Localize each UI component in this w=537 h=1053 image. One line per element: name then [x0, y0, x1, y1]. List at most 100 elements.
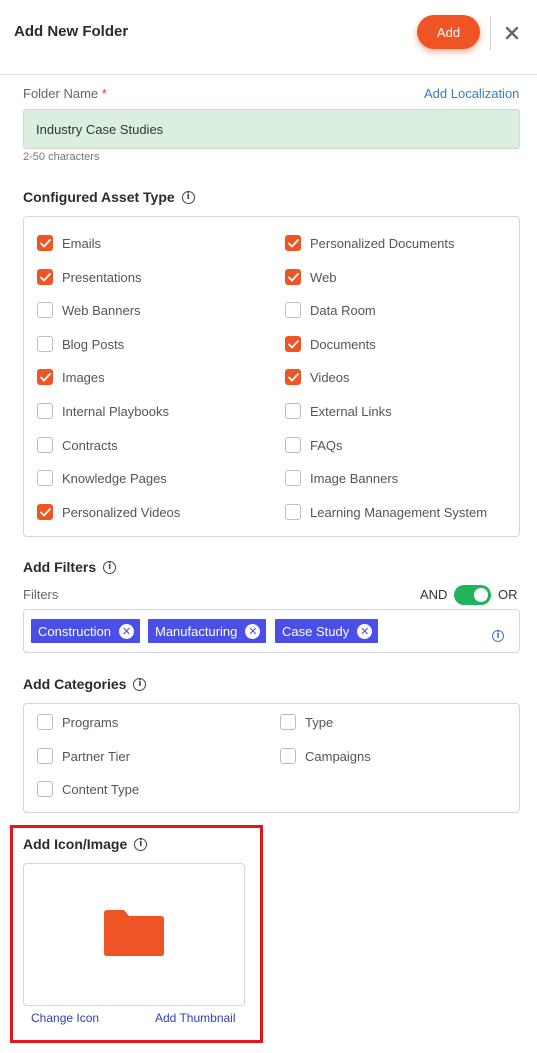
checkbox-item[interactable]: Images: [37, 369, 105, 385]
checkbox-unchecked[interactable]: [37, 302, 53, 318]
checkbox-label: Images: [62, 369, 105, 385]
and-label: AND: [420, 587, 448, 602]
checkbox-unchecked[interactable]: [280, 748, 296, 764]
checkbox-label: Learning Management System: [310, 504, 488, 520]
filters-label: Filters: [23, 587, 59, 602]
and-or-toggle[interactable]: [454, 585, 491, 605]
checkbox-item[interactable]: Web Banners: [37, 302, 141, 318]
remove-chip-icon[interactable]: ✕: [118, 623, 134, 639]
checkbox-unchecked[interactable]: [37, 748, 53, 764]
checkbox-item[interactable]: Image Banners: [285, 470, 398, 486]
folder-name-label-text: Folder Name: [23, 86, 99, 101]
remove-chip-icon[interactable]: ✕: [357, 623, 373, 639]
checkbox-item[interactable]: Programs: [37, 714, 118, 730]
change-icon-link[interactable]: Change Icon: [31, 1011, 99, 1025]
checkbox-item[interactable]: Personalized Videos: [37, 504, 180, 520]
add-thumbnail-link[interactable]: Add Thumbnail: [155, 1011, 236, 1025]
checkbox-item[interactable]: Learning Management System: [285, 504, 487, 520]
remove-chip-icon[interactable]: ✕: [245, 623, 261, 639]
required-mark: *: [101, 86, 107, 101]
checkbox-label: Personalized Documents: [310, 235, 455, 251]
folder-icon: [104, 910, 164, 956]
checkbox-label: Presentations: [62, 269, 142, 285]
checkbox-item[interactable]: Type: [280, 714, 333, 730]
info-icon[interactable]: i: [134, 837, 148, 851]
checkbox-item[interactable]: Campaigns: [280, 748, 371, 764]
info-icon[interactable]: i: [103, 560, 117, 574]
filter-chip: Case Study ✕: [275, 619, 379, 643]
folder-name-hint: 2-50 characters: [23, 151, 100, 163]
folder-name-label: Folder Name *: [23, 86, 107, 101]
add-button[interactable]: Add: [417, 15, 480, 49]
info-icon[interactable]: i: [492, 630, 504, 642]
checkbox-item[interactable]: Videos: [285, 369, 350, 385]
checkbox-label: Campaigns: [305, 748, 371, 764]
filter-chip-label: Case Study: [282, 623, 350, 639]
or-label: OR: [498, 587, 518, 602]
filter-chip: Manufacturing ✕: [148, 619, 267, 643]
checkbox-label: Internal Playbooks: [62, 403, 169, 419]
checkbox-unchecked[interactable]: [285, 403, 301, 419]
checkbox-item[interactable]: Personalized Documents: [285, 235, 455, 251]
checkbox-checked[interactable]: [285, 336, 301, 352]
checkbox-item[interactable]: Content Type: [37, 781, 139, 797]
checkbox-label: Partner Tier: [62, 748, 130, 764]
toggle-knob: [474, 588, 488, 602]
checkbox-label: FAQs: [310, 437, 343, 453]
checkbox-item[interactable]: Data Room: [285, 302, 376, 318]
checkbox-unchecked[interactable]: [37, 336, 53, 352]
checkbox-item[interactable]: Partner Tier: [37, 748, 130, 764]
checkbox-label: Documents: [310, 336, 376, 352]
checkbox-item[interactable]: Internal Playbooks: [37, 403, 169, 419]
checkbox-item[interactable]: Documents: [285, 336, 376, 352]
dialog-header: Add New Folder Add: [0, 0, 537, 75]
asset-type-title: Configured Asset Type i: [23, 189, 195, 205]
checkbox-label: External Links: [310, 403, 392, 419]
info-icon[interactable]: i: [181, 190, 195, 204]
asset-type-title-text: Configured Asset Type: [23, 189, 175, 205]
checkbox-unchecked[interactable]: [37, 714, 53, 730]
checkbox-label: Web: [310, 269, 337, 285]
checkbox-unchecked[interactable]: [37, 437, 53, 453]
checkbox-checked[interactable]: [37, 504, 53, 520]
checkbox-item[interactable]: External Links: [285, 403, 392, 419]
checkbox-item[interactable]: Blog Posts: [37, 336, 124, 352]
checkbox-checked[interactable]: [37, 269, 53, 285]
checkbox-unchecked[interactable]: [37, 781, 53, 797]
icon-preview[interactable]: [23, 863, 245, 1006]
checkbox-unchecked[interactable]: [285, 504, 301, 520]
dialog-title: Add New Folder: [14, 23, 129, 40]
checkbox-unchecked[interactable]: [37, 403, 53, 419]
checkbox-label: Personalized Videos: [62, 504, 181, 520]
categories-title: Add Categories i: [23, 676, 147, 692]
filters-info-icon[interactable]: i: [492, 625, 504, 643]
checkbox-unchecked[interactable]: [285, 302, 301, 318]
checkbox-checked[interactable]: [285, 235, 301, 251]
checkbox-checked[interactable]: [285, 269, 301, 285]
checkbox-item[interactable]: Contracts: [37, 437, 118, 453]
checkbox-checked[interactable]: [285, 369, 301, 385]
checkbox-unchecked[interactable]: [285, 470, 301, 486]
filter-chip-label: Manufacturing: [155, 623, 238, 639]
checkbox-label: Blog Posts: [62, 336, 125, 352]
close-icon[interactable]: [503, 24, 521, 42]
checkbox-unchecked[interactable]: [285, 437, 301, 453]
icon-image-title: Add Icon/Image i: [23, 836, 148, 852]
filter-chip: Construction ✕: [31, 619, 140, 643]
checkbox-item[interactable]: Web: [285, 269, 337, 285]
checkbox-checked[interactable]: [37, 235, 53, 251]
info-icon[interactable]: i: [133, 677, 147, 691]
add-localization-link[interactable]: Add Localization: [424, 86, 519, 101]
checkbox-item[interactable]: Knowledge Pages: [37, 470, 167, 486]
checkbox-item[interactable]: Presentations: [37, 269, 142, 285]
checkbox-unchecked[interactable]: [280, 714, 296, 730]
checkbox-label: Contracts: [62, 437, 118, 453]
folder-name-input[interactable]: Industry Case Studies: [23, 109, 520, 149]
asset-type-box: Emails Personalized Documents Presentation…: [23, 216, 520, 537]
checkbox-label: Videos: [310, 369, 350, 385]
checkbox-unchecked[interactable]: [37, 470, 53, 486]
checkbox-item[interactable]: Emails: [37, 235, 101, 251]
checkbox-label: Knowledge Pages: [62, 470, 167, 486]
checkbox-checked[interactable]: [37, 369, 53, 385]
checkbox-item[interactable]: FAQs: [285, 437, 343, 453]
